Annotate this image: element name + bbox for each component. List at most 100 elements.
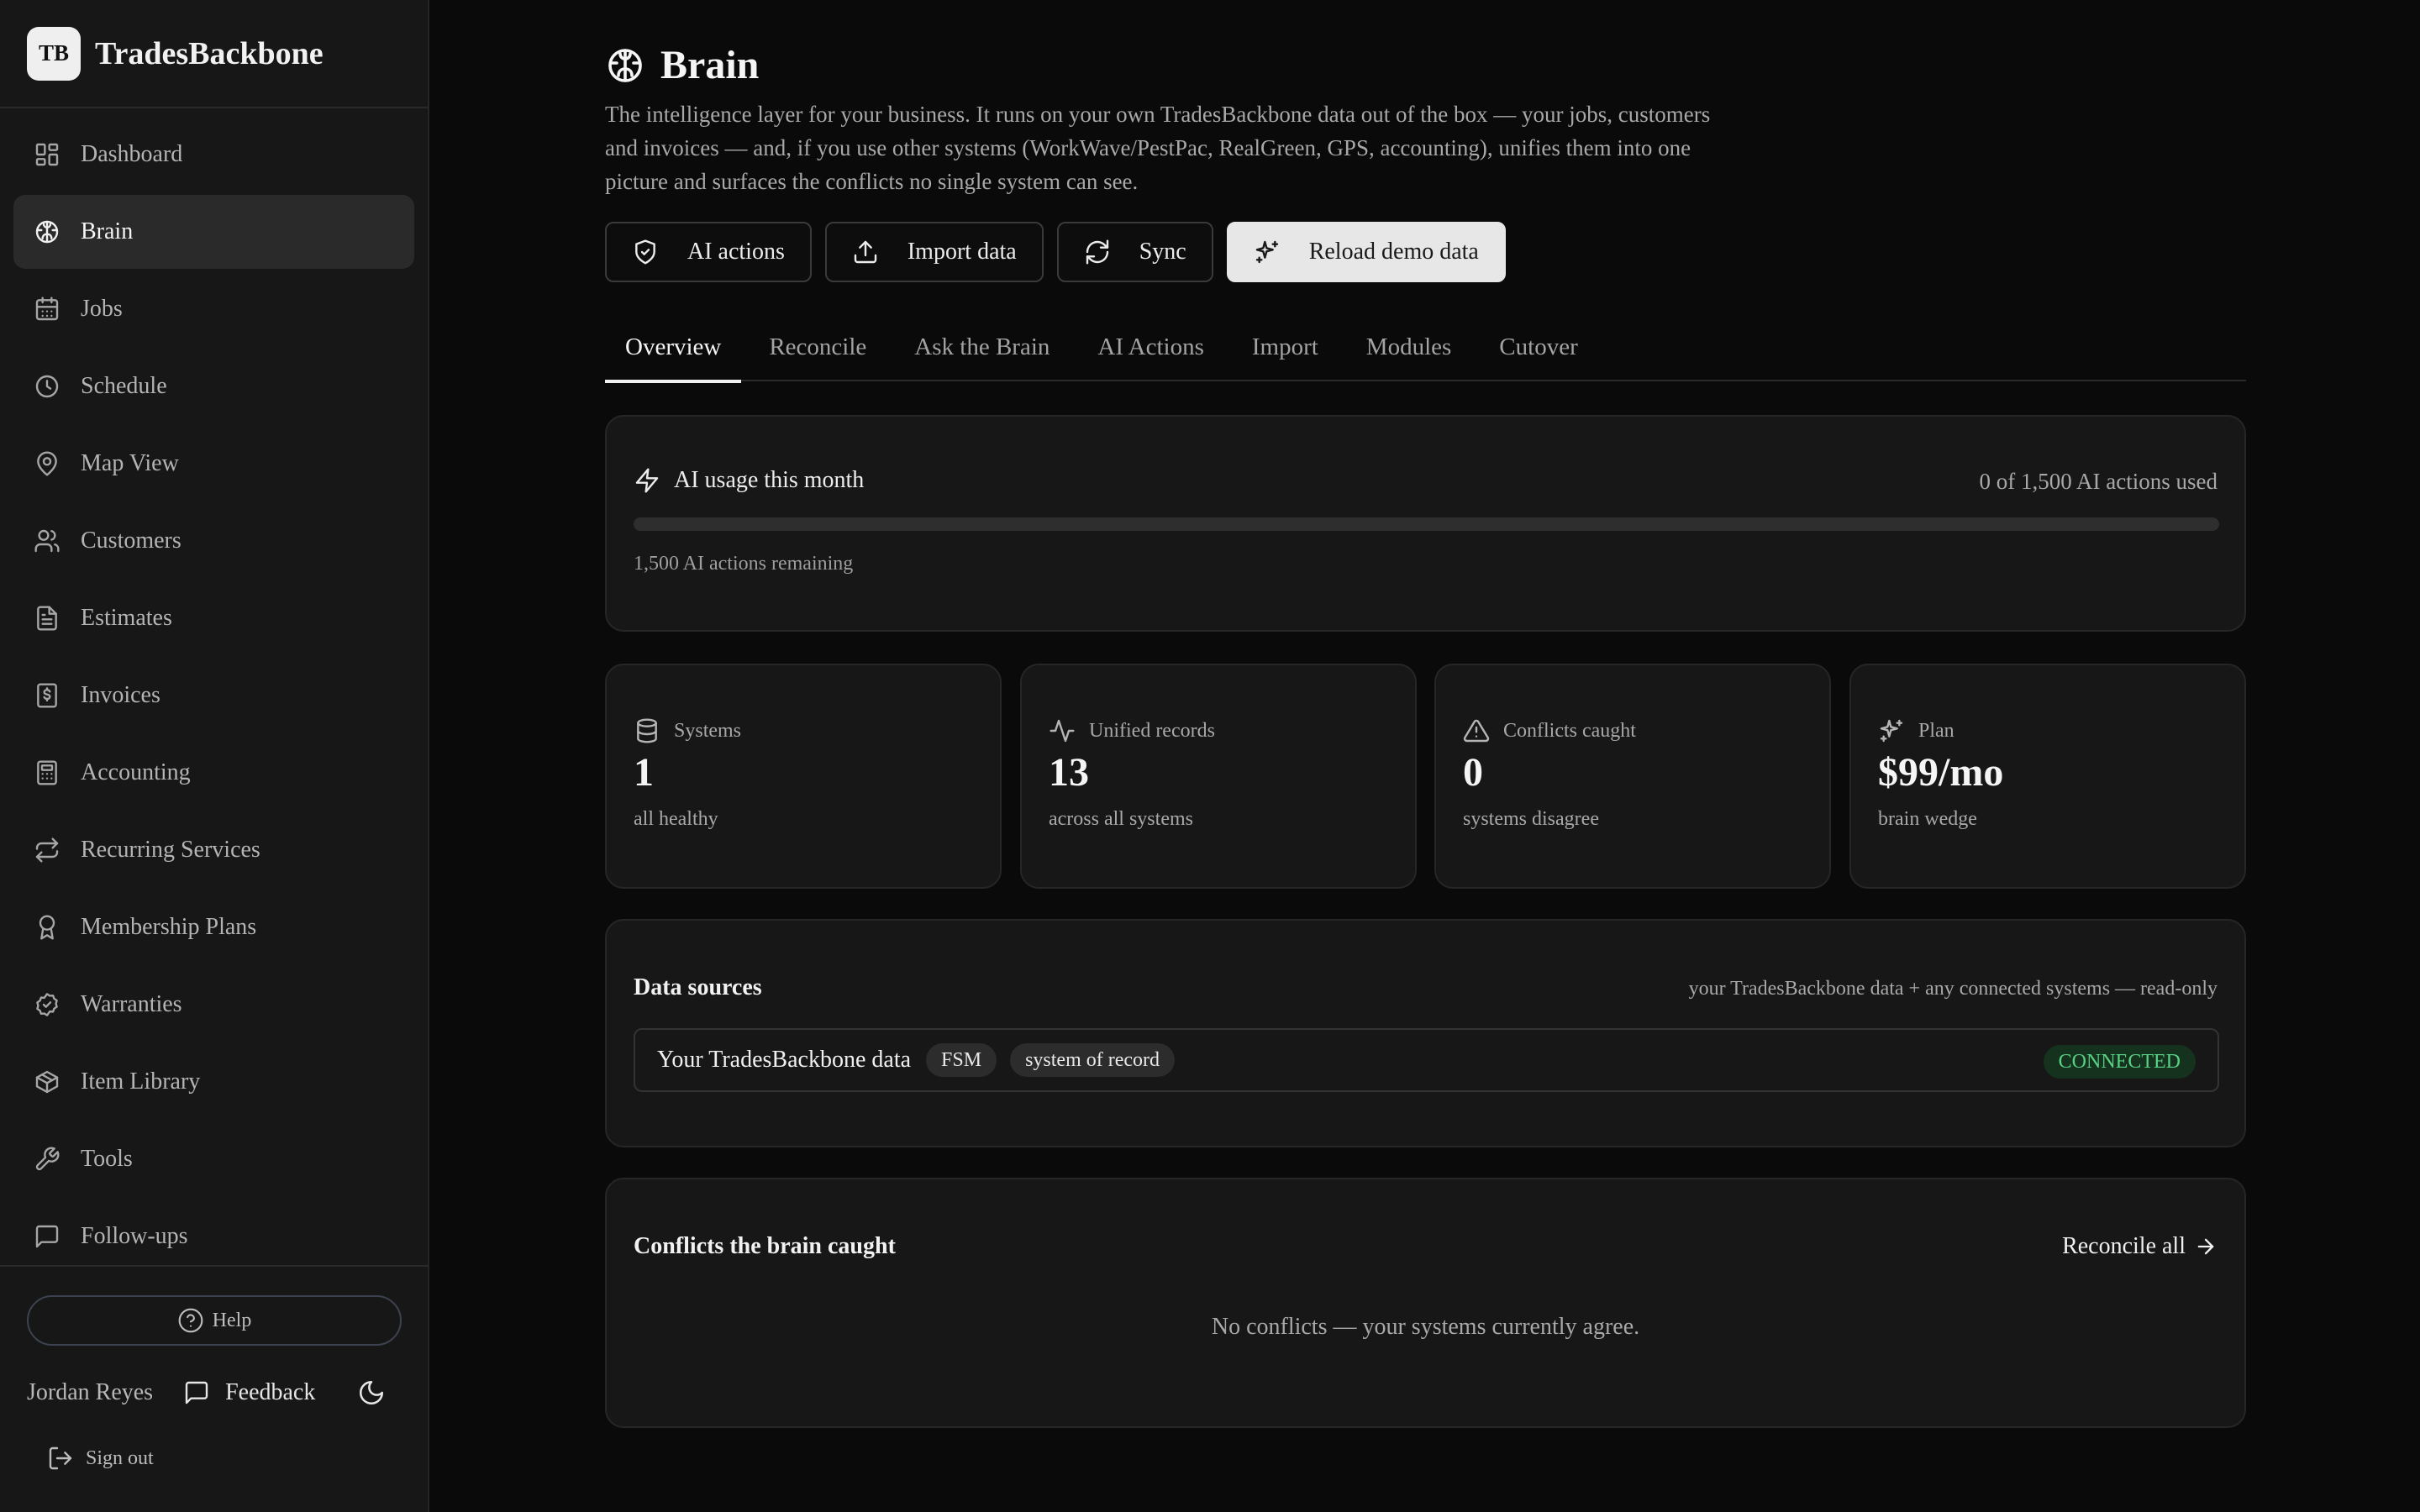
sidebar-item-recurring-services[interactable]: Recurring Services [13, 813, 414, 887]
activity-icon [1050, 719, 1075, 743]
brand[interactable]: TB TradesBackbone [0, 0, 428, 108]
data-source-row[interactable]: Your TradesBackbone data FSM system of r… [634, 1028, 2219, 1092]
stat-value: 13 [1049, 750, 1089, 795]
sidebar-item-label: Schedule [81, 373, 167, 399]
user-name: Jordan Reyes [27, 1379, 154, 1405]
sidebar-nav: Dashboard Brain Jobs Schedule Map View C… [0, 118, 428, 1277]
reload-demo-data-label: Reload demo data [1308, 239, 1479, 265]
feedback-button[interactable]: Feedback [183, 1379, 315, 1406]
repeat-icon [35, 837, 59, 863]
import-data-label: Import data [907, 239, 1017, 265]
sidebar-item-schedule[interactable]: Schedule [13, 349, 414, 423]
map-pin-icon [37, 451, 57, 476]
users-icon [34, 529, 60, 553]
tab-import[interactable]: Import [1232, 319, 1339, 381]
file-text-icon [37, 606, 57, 631]
tab-reconcile[interactable]: Reconcile [749, 319, 886, 381]
reload-demo-data-button[interactable]: Reload demo data [1226, 222, 1506, 282]
sidebar-item-invoices[interactable]: Invoices [13, 659, 414, 732]
stat-subtext: systems disagree [1463, 808, 1599, 830]
stat-label: Systems [634, 717, 741, 744]
moon-icon[interactable] [357, 1378, 386, 1407]
sidebar-item-dashboard[interactable]: Dashboard [13, 118, 414, 192]
wrench-icon [35, 1147, 60, 1171]
help-label: Help [212, 1309, 252, 1331]
stat-value: $99/mo [1878, 750, 2004, 795]
sidebar-item-label: Item Library [81, 1068, 201, 1095]
refresh-icon [1086, 239, 1108, 265]
sidebar-item-map-view[interactable]: Map View [13, 427, 414, 501]
stat-label-text: Systems [674, 719, 742, 742]
user-row: Jordan Reyes Feedback [27, 1374, 402, 1411]
sidebar-item-membership-plans[interactable]: Membership Plans [13, 890, 414, 964]
sidebar-item-label: Tools [81, 1146, 133, 1172]
sidebar-item-estimates[interactable]: Estimates [13, 581, 414, 655]
stat-subtext: all healthy [634, 808, 718, 830]
data-source-name: Your TradesBackbone data [657, 1047, 912, 1073]
sidebar-item-accounting[interactable]: Accounting [13, 736, 414, 810]
ai-actions-label: AI actions [687, 239, 785, 265]
sidebar-item-tools[interactable]: Tools [13, 1122, 414, 1196]
stat-card-plan: Plan $99/mo brain wedge [1849, 664, 2246, 889]
sidebar-item-label: Jobs [81, 296, 123, 322]
message-square-icon [185, 1381, 208, 1404]
reconcile-all-button[interactable]: Reconcile all [2062, 1233, 2217, 1260]
sign-out-button[interactable]: Sign out [47, 1445, 154, 1472]
page-description: The intelligence layer for your business… [605, 102, 1711, 194]
calendar-icon [35, 297, 59, 321]
sidebar-item-label: Recurring Services [81, 837, 260, 863]
sidebar-item-label: Dashboard [81, 141, 183, 167]
page-title-text: Brain [660, 43, 760, 87]
database-icon [637, 718, 657, 743]
sidebar-item-follow-ups[interactable]: Follow-ups [13, 1200, 414, 1273]
ai-usage-card: AI usage this month 0 of 1,500 AI action… [605, 415, 2246, 632]
sync-button[interactable]: Sync [1056, 222, 1213, 282]
receipt-icon [37, 683, 57, 708]
sparkles-icon [1255, 240, 1278, 264]
alert-triangle-icon [1463, 719, 1490, 743]
badge-check-icon [36, 993, 58, 1016]
feedback-label: Feedback [225, 1379, 316, 1405]
stat-label-text: Unified records [1089, 719, 1215, 742]
sparkles-icon [1880, 719, 1903, 743]
conflicts-title: Conflicts the brain caught [634, 1233, 896, 1259]
stat-label-text: Conflicts caught [1503, 719, 1636, 742]
conflicts-card: Conflicts the brain caught Reconcile all… [605, 1178, 2246, 1428]
shield-check-icon [635, 239, 655, 265]
zap-icon [635, 468, 659, 493]
brain-icon [608, 48, 642, 82]
stat-card-systems: Systems 1 all healthy [605, 664, 1002, 889]
calculator-icon [37, 760, 57, 785]
sidebar-footer: Help Jordan Reyes Feedback Sign out [0, 1265, 428, 1512]
sidebar-item-customers[interactable]: Customers [13, 504, 414, 578]
log-out-icon [49, 1446, 72, 1470]
sync-label: Sync [1139, 239, 1186, 265]
sidebar-item-item-library[interactable]: Item Library [13, 1045, 414, 1119]
tab-overview[interactable]: Overview [605, 319, 742, 383]
ai-actions-button[interactable]: AI actions [605, 222, 812, 282]
stat-label: Unified records [1049, 717, 1215, 744]
sidebar-item-jobs[interactable]: Jobs [13, 272, 414, 346]
tab-ai-actions[interactable]: AI Actions [1077, 319, 1223, 381]
tab-bar: Overview Reconcile Ask the Brain AI Acti… [605, 319, 2246, 383]
stat-value: 1 [634, 750, 654, 795]
reconcile-all-label: Reconcile all [2062, 1233, 2186, 1259]
tab-modules[interactable]: Modules [1346, 319, 1472, 381]
sidebar-item-label: Estimates [81, 605, 172, 631]
tab-ask-the-brain[interactable]: Ask the Brain [894, 319, 1070, 381]
brand-logo: TB [27, 26, 81, 81]
upload-icon [854, 240, 877, 264]
arrow-right-icon [2197, 1238, 2214, 1255]
sidebar-item-label: Accounting [81, 759, 191, 785]
help-circle-icon [178, 1308, 203, 1333]
sidebar-item-label: Warranties [81, 991, 182, 1017]
import-data-button[interactable]: Import data [824, 222, 1044, 282]
sidebar-item-brain[interactable]: Brain [13, 195, 414, 269]
tab-cutover[interactable]: Cutover [1479, 319, 1597, 381]
action-bar: AI actions Import data Sync Reload demo … [605, 222, 1519, 282]
brain-icon [35, 220, 59, 244]
stat-card-unified-records: Unified records 13 across all systems [1020, 664, 1417, 889]
stat-subtext: brain wedge [1878, 808, 1977, 830]
help-button[interactable]: Help [27, 1295, 402, 1346]
sidebar-item-warranties[interactable]: Warranties [13, 968, 414, 1042]
